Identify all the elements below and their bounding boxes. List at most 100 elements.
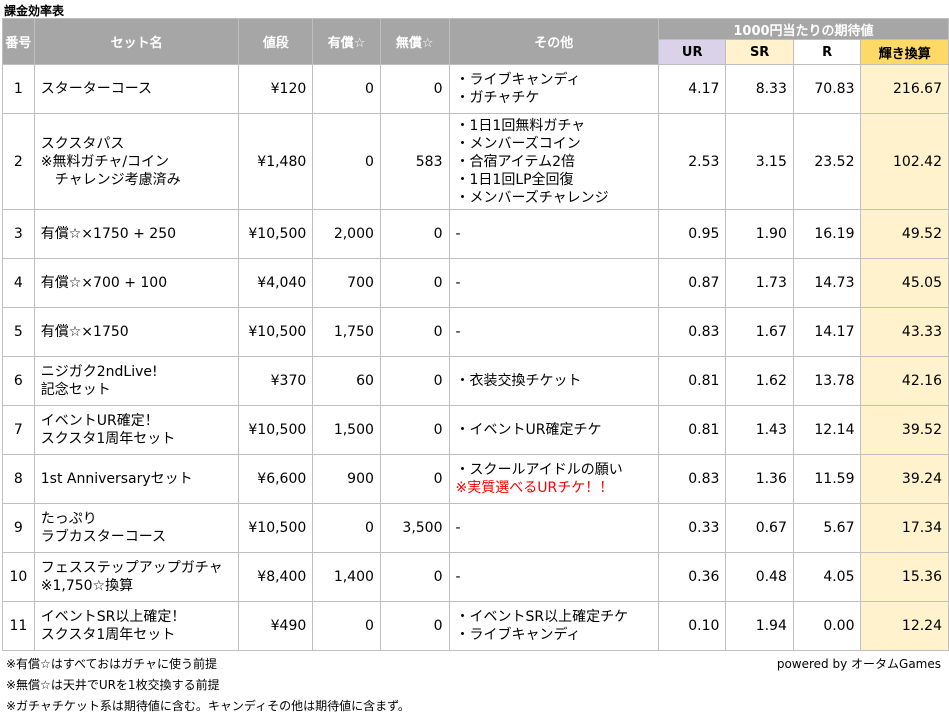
set-name-line: 1st Anniversaryセット bbox=[40, 471, 193, 487]
cell-ur: 0.87 bbox=[657, 258, 727, 308]
cell-other: - bbox=[448, 503, 659, 553]
cell-set-name: イベントUR確定！ スクスタ1周年セット bbox=[33, 405, 240, 455]
cell-price: ¥10,500 bbox=[238, 503, 314, 553]
set-name-line: スクスタ1周年セット bbox=[40, 431, 176, 447]
set-name-line: 有償☆×1750 bbox=[40, 324, 129, 340]
cell-sr: 8.33 bbox=[725, 64, 794, 114]
cell-free-stars: 0 bbox=[379, 356, 450, 406]
cell-kagayaki: 45.05 bbox=[860, 258, 949, 308]
cell-price: ¥8,400 bbox=[238, 552, 314, 602]
cell-set-name: イベントSR以上確定！ スクスタ1周年セット bbox=[33, 601, 240, 651]
cell-no: 9 bbox=[2, 503, 35, 553]
cell-kagayaki: 39.24 bbox=[860, 454, 949, 504]
cell-kagayaki: 12.24 bbox=[860, 601, 949, 651]
header-set-name: セット名 bbox=[33, 18, 240, 65]
cell-other: ・ライブキャンディ ・ガチャチケ bbox=[448, 64, 659, 114]
cell-other: ・イベントSR以上確定チケ ・ライブキャンディ bbox=[448, 601, 659, 651]
cell-free-stars: 0 bbox=[379, 258, 450, 308]
other-line: ・イベントSR以上確定チケ bbox=[455, 609, 629, 625]
cell-kagayaki: 49.52 bbox=[860, 209, 949, 259]
set-name-line: スクスタ1周年セット bbox=[40, 627, 176, 643]
cell-r: 16.19 bbox=[792, 209, 862, 259]
table-row: 3 有償☆×1750 + 250 ¥10,500 2,000 0- 0.95 1.90 16.… bbox=[2, 209, 949, 259]
cell-set-name: スターターコース bbox=[33, 64, 240, 114]
other-line: ・メンバーズコイン bbox=[455, 135, 581, 152]
cell-price: ¥10,500 bbox=[238, 307, 314, 357]
cell-kagayaki: 39.52 bbox=[860, 405, 949, 455]
header-kagayaki: 輝き換算 bbox=[860, 39, 949, 65]
header-price: 値段 bbox=[238, 18, 314, 65]
cell-free-stars: 0 bbox=[379, 307, 450, 357]
cell-no: 10 bbox=[2, 552, 35, 602]
cell-free-stars: 0 bbox=[379, 405, 450, 455]
cell-sr: 1.67 bbox=[725, 307, 794, 357]
cell-set-name: 有償☆×700 + 100 bbox=[33, 258, 240, 308]
cell-ur: 0.36 bbox=[657, 552, 727, 602]
page-title: 課金効率表 bbox=[4, 4, 65, 18]
header-r: R bbox=[792, 39, 862, 65]
cell-free-stars: 0 bbox=[379, 209, 450, 259]
cell-other: ・スクールアイドルの願い ※実質選べるURチケ！！ bbox=[448, 454, 659, 504]
other-line: ・合宿アイテム2倍 bbox=[455, 153, 576, 170]
cell-ur: 0.81 bbox=[657, 356, 727, 406]
cell-paid-stars: 2,000 bbox=[312, 209, 381, 259]
other-line: ・衣装交換チケット bbox=[455, 373, 582, 389]
set-name-line: ニジガク2ndLive! bbox=[40, 364, 158, 380]
cell-paid-stars: 0 bbox=[312, 503, 381, 553]
cell-ur: 0.81 bbox=[657, 405, 727, 455]
table-row: 8 1st Anniversaryセット ¥6,600 900 0 ・スクールアイドルの願… bbox=[2, 454, 949, 504]
cell-paid-stars: 0 bbox=[312, 601, 381, 651]
cell-r: 13.78 bbox=[792, 356, 862, 406]
cell-set-name: スクスタパス ※無料ガチャ/コイン チャレンジ考慮済み bbox=[33, 113, 240, 210]
cell-ur: 0.95 bbox=[657, 209, 727, 259]
table-row: 10 フェスステップアップガチャ ※1,750☆換算 ¥8,400 1,400 0- 0.3… bbox=[2, 552, 949, 602]
cell-kagayaki: 43.33 bbox=[860, 307, 949, 357]
cell-r: 0.00 bbox=[792, 601, 862, 651]
table-row: 4 有償☆×700 + 100 ¥4,040 700 0- 0.87 1.73 14.73 45… bbox=[2, 258, 949, 308]
header-expected-per-1000yen: 1000円当たりの期待値 bbox=[657, 18, 949, 40]
cell-price: ¥120 bbox=[238, 64, 314, 114]
header-sr: SR bbox=[725, 39, 794, 65]
cell-set-name: 1st Anniversaryセット bbox=[33, 454, 240, 504]
cell-kagayaki: 216.67 bbox=[860, 64, 949, 114]
cell-other: ・イベントUR確定チケ bbox=[448, 405, 659, 455]
set-name-line: スクスタパス bbox=[40, 135, 125, 152]
cell-kagayaki: 42.16 bbox=[860, 356, 949, 406]
cell-r: 14.17 bbox=[792, 307, 862, 357]
cell-ur: 0.83 bbox=[657, 307, 727, 357]
cell-sr: 1.36 bbox=[725, 454, 794, 504]
footnote-gacha: ※ガチャチケット系は期待値に含む。キャンディその他は期待値に含まず。 bbox=[6, 699, 410, 713]
header-other: その他 bbox=[448, 18, 659, 65]
cell-no: 1 bbox=[2, 64, 35, 114]
header-free-stars: 無償☆ bbox=[379, 18, 450, 65]
cell-free-stars: 0 bbox=[379, 552, 450, 602]
header-ur: UR bbox=[657, 39, 727, 65]
cell-free-stars: 0 bbox=[379, 601, 450, 651]
cell-ur: 0.33 bbox=[657, 503, 727, 553]
cell-other: - bbox=[448, 258, 659, 308]
cell-ur: 2.53 bbox=[657, 113, 727, 210]
cell-no: 11 bbox=[2, 601, 35, 651]
set-name-line: チャレンジ考慮済み bbox=[40, 171, 181, 188]
other-line: ・1日1回無料ガチャ bbox=[455, 117, 586, 134]
cell-kagayaki: 15.36 bbox=[860, 552, 949, 602]
header-paid-stars: 有償☆ bbox=[312, 18, 381, 65]
table-row: 2 スクスタパス ※無料ガチャ/コイン チャレンジ考慮済み ¥1,480 0 583 ・1日… bbox=[2, 113, 949, 210]
other-line: ・スクールアイドルの願い bbox=[455, 462, 623, 478]
cell-set-name: たっぷり ラブカスターコース bbox=[33, 503, 240, 553]
cell-no: 2 bbox=[2, 113, 35, 210]
cell-r: 5.67 bbox=[792, 503, 862, 553]
set-name-line: ※無料ガチャ/コイン bbox=[40, 153, 170, 170]
cell-r: 70.83 bbox=[792, 64, 862, 114]
cell-free-stars: 3,500 bbox=[379, 503, 450, 553]
set-name-line: イベントUR確定！ bbox=[40, 413, 159, 429]
billing-efficiency-table: 番号 セット名 値段 有償☆ 無償☆ その他 1000円当たりの期待値 UR S… bbox=[2, 18, 949, 651]
cell-no: 3 bbox=[2, 209, 35, 259]
table-row: 7 イベントUR確定！ スクスタ1周年セット ¥10,500 1,500 0 ・イベントUR… bbox=[2, 405, 949, 455]
cell-paid-stars: 700 bbox=[312, 258, 381, 308]
cell-free-stars: 0 bbox=[379, 454, 450, 504]
table-row: 1 スターターコース ¥120 0 0 ・ライブキャンディ ・ガチャチケ 4.17 8.33 70… bbox=[2, 64, 949, 114]
cell-kagayaki: 17.34 bbox=[860, 503, 949, 553]
other-line: ・イベントUR確定チケ bbox=[455, 422, 602, 438]
cell-kagayaki: 102.42 bbox=[860, 113, 949, 210]
